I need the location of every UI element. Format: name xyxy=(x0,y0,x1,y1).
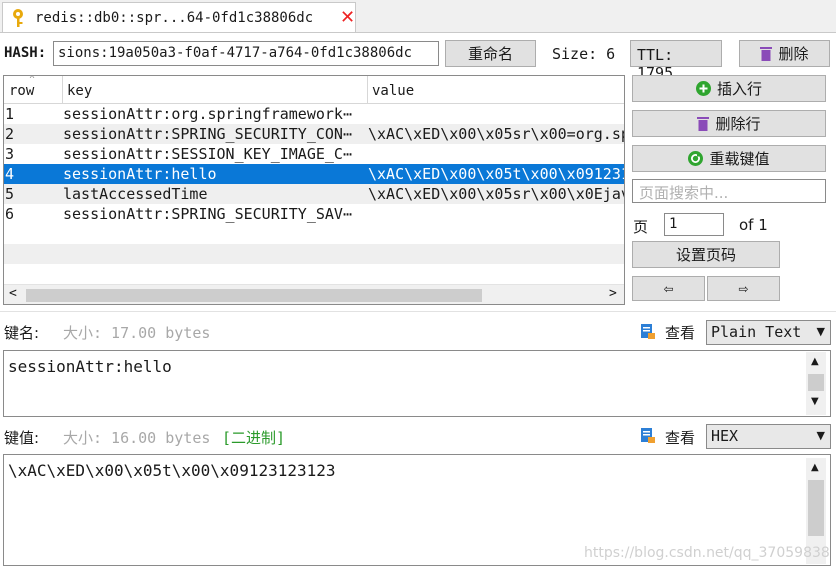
row-value: \xAC\xED\x00\x05sr\x00=org.sp xyxy=(368,125,624,143)
key-format-select[interactable]: Plain Text ▼ xyxy=(706,320,831,345)
key-value-text: \xAC\xED\x00\x05t\x00\x09123123123 xyxy=(8,461,336,480)
scroll-right-icon[interactable]: > xyxy=(609,286,617,301)
tab-redis-key[interactable]: redis::db0::spr...64-0fd1c38806dc ✕ xyxy=(2,2,356,32)
table-header: ⌃ row key value xyxy=(4,76,624,104)
insert-row-label: 插入行 xyxy=(716,80,762,98)
column-header-value[interactable]: value xyxy=(372,83,414,99)
table-row[interactable]: 1 sessionAttr:org.springframework⋯ xyxy=(4,104,624,124)
set-page-button[interactable]: 设置页码 xyxy=(632,241,780,268)
value-size: 大小: 16.00 bytes xyxy=(63,429,211,447)
close-icon[interactable]: ✕ xyxy=(340,7,355,28)
page-total: of 1 xyxy=(739,216,768,234)
delete-key-button[interactable]: 删除 xyxy=(739,40,830,67)
row-key: sessionAttr:SPRING_SECURITY_CON⋯ xyxy=(63,125,352,143)
table-empty-row xyxy=(4,244,624,264)
row-number: 5 xyxy=(5,185,15,203)
delete-row-button[interactable]: 删除行 xyxy=(632,110,826,137)
scroll-left-icon[interactable]: < xyxy=(9,286,17,301)
table-row[interactable]: 6 sessionAttr:SPRING_SECURITY_SAV⋯ xyxy=(4,204,624,224)
trash-icon xyxy=(760,47,773,61)
scroll-up-icon[interactable]: ▲ xyxy=(811,462,819,473)
table-row[interactable]: 3 sessionAttr:SESSION_KEY_IMAGE_C⋯ xyxy=(4,144,624,164)
table-row-selected[interactable]: 4 sessionAttr:hello \xAC\xED\x00\x05t\x0… xyxy=(4,164,624,184)
divider xyxy=(0,311,836,312)
binary-tag: [二进制] xyxy=(222,429,286,447)
ttl-readout[interactable]: TTL: 1795 xyxy=(630,40,722,82)
row-number: 6 xyxy=(5,205,15,223)
arrow-right-icon: ⇨ xyxy=(738,281,749,296)
key-icon xyxy=(13,9,23,27)
arrow-left-icon: ⇦ xyxy=(663,281,674,296)
row-key: sessionAttr:SESSION_KEY_IMAGE_C⋯ xyxy=(63,145,352,163)
page-label: 页 xyxy=(633,218,649,236)
column-divider xyxy=(62,76,63,103)
chevron-down-icon: ▼ xyxy=(816,429,825,442)
row-number: 2 xyxy=(5,125,15,143)
next-page-button[interactable]: ⇨ xyxy=(707,276,780,301)
tab-title: redis::db0::spr...64-0fd1c38806dc xyxy=(35,10,314,26)
scrollbar-thumb[interactable] xyxy=(808,480,824,536)
page-number-input[interactable]: 1 xyxy=(664,213,724,236)
key-name-editor[interactable]: sessionAttr:hello xyxy=(3,350,831,417)
scrollbar-thumb[interactable] xyxy=(26,289,482,302)
row-number: 4 xyxy=(5,165,15,183)
value-format-value: HEX xyxy=(711,427,739,445)
plus-circle-icon xyxy=(695,81,711,96)
column-divider xyxy=(367,76,368,103)
reload-value-button[interactable]: 重载键值 xyxy=(632,145,826,172)
delete-label: 删除 xyxy=(778,45,809,63)
insert-row-button[interactable]: 插入行 xyxy=(632,75,826,102)
row-key: sessionAttr:hello xyxy=(63,165,217,183)
trash-icon xyxy=(697,117,710,131)
rename-button[interactable]: 重命名 xyxy=(445,40,536,67)
scroll-down-icon[interactable]: ▼ xyxy=(811,396,819,407)
view-icon xyxy=(641,428,655,443)
scrollbar-thumb[interactable] xyxy=(808,374,824,391)
table-row[interactable]: 2 sessionAttr:SPRING_SECURITY_CON⋯ \xAC\… xyxy=(4,124,624,144)
value-format-select[interactable]: HEX ▼ xyxy=(706,424,831,449)
key-name-text: sessionAttr:hello xyxy=(8,357,172,376)
table-row[interactable]: 5 lastAccessedTime \xAC\xED\x00\x05sr\x0… xyxy=(4,184,624,204)
row-key: lastAccessedTime xyxy=(63,185,208,203)
view-label: 查看 xyxy=(665,429,696,447)
chevron-down-icon: ▼ xyxy=(816,325,825,338)
scroll-up-icon[interactable]: ▲ xyxy=(811,356,819,367)
watermark: https://blog.csdn.net/qq_37059838 xyxy=(584,545,830,561)
set-page-label: 设置页码 xyxy=(675,246,736,264)
reload-label: 重载键值 xyxy=(709,150,770,168)
page-search-input[interactable]: 页面搜索中... xyxy=(632,179,826,203)
key-vertical-scrollbar[interactable]: ▲ ▼ xyxy=(806,352,826,415)
view-icon xyxy=(641,324,655,339)
key-value-label: 键值: xyxy=(4,429,40,447)
row-number: 3 xyxy=(5,145,15,163)
row-value: \xAC\xED\x00\x05t\x00\x091231 xyxy=(368,165,624,183)
row-value: \xAC\xED\x00\x05sr\x00\x0Ejav xyxy=(368,185,624,203)
rename-label: 重命名 xyxy=(467,45,513,63)
view-label: 查看 xyxy=(665,324,696,342)
size-readout: Size: 6 xyxy=(552,45,616,63)
key-format-value: Plain Text xyxy=(711,323,802,341)
row-number: 1 xyxy=(5,105,15,123)
column-header-key[interactable]: key xyxy=(67,83,92,99)
hash-key-input[interactable]: sions:19a050a3-f0af-4717-a764-0fd1c38806… xyxy=(53,41,439,66)
row-key: sessionAttr:org.springframework⋯ xyxy=(63,105,352,123)
row-key: sessionAttr:SPRING_SECURITY_SAV⋯ xyxy=(63,205,352,223)
hash-table: ⌃ row key value 1 sessionAttr:org.spring… xyxy=(3,75,625,305)
hash-label: HASH: xyxy=(4,45,47,61)
delete-row-label: 删除行 xyxy=(715,115,761,133)
horizontal-scrollbar[interactable]: < > xyxy=(4,284,624,304)
column-header-row[interactable]: row xyxy=(9,83,34,99)
refresh-icon xyxy=(688,151,704,166)
key-size: 大小: 17.00 bytes xyxy=(63,324,211,342)
key-name-label: 键名: xyxy=(4,324,40,342)
prev-page-button[interactable]: ⇦ xyxy=(632,276,705,301)
